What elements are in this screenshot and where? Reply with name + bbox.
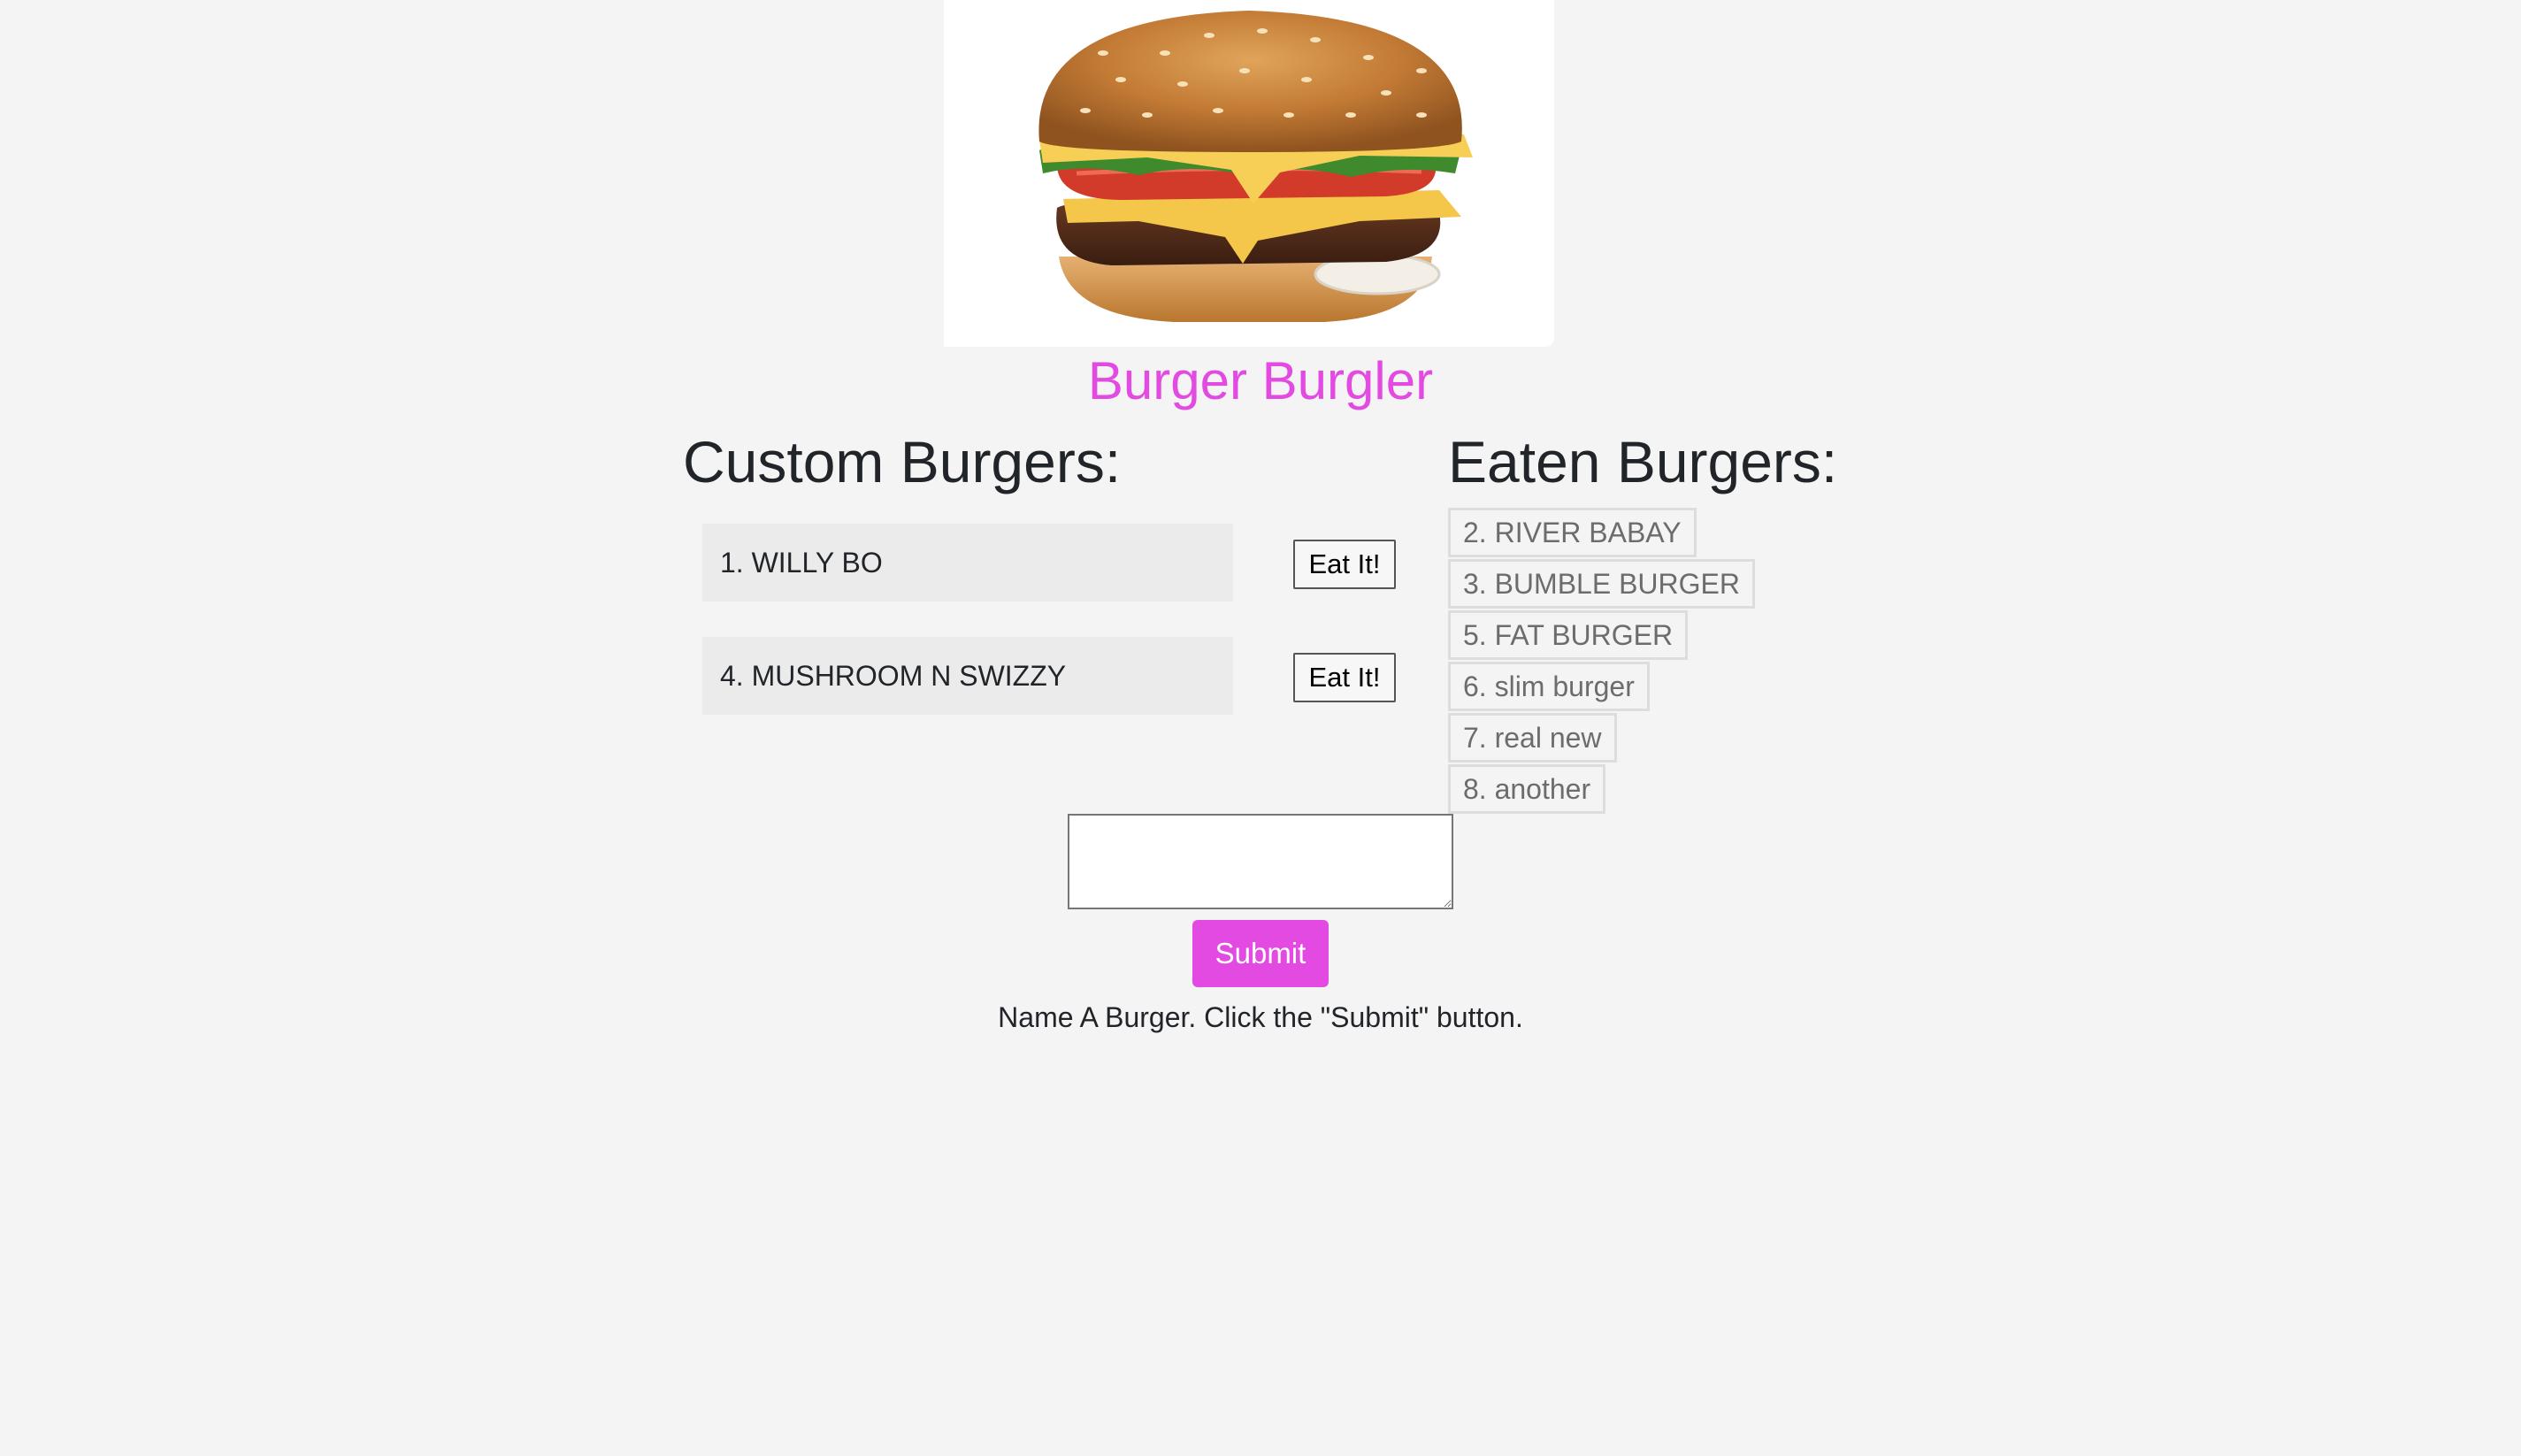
list-item: 1. WILLY BO Eat It!: [702, 524, 1410, 602]
list-item: 6. slim burger: [1448, 662, 1650, 711]
list-item: 2. RIVER BABAY: [1448, 508, 1697, 557]
eat-it-button[interactable]: Eat It!: [1293, 540, 1396, 589]
list-item: 8. another: [1448, 764, 1606, 814]
burger-name-input[interactable]: [1068, 814, 1453, 909]
instructions-text: Name A Burger. Click the "Submit" button…: [998, 1001, 1523, 1033]
hamburger-icon: [1038, 11, 1473, 322]
custom-burgers-heading: Custom Burgers:: [683, 429, 1122, 494]
add-burger-form: Submit Name A Burger. Click the "Submit"…: [0, 814, 2521, 1037]
list-item: 5. FAT BURGER: [1448, 610, 1689, 660]
burger-name: 1. WILLY BO: [702, 524, 1233, 602]
eaten-burgers-heading: Eaten Burgers:: [1448, 429, 1838, 494]
eat-it-button[interactable]: Eat It!: [1293, 653, 1396, 702]
custom-burgers-list: 1. WILLY BO Eat It! 4. MUSHROOM N SWIZZY…: [702, 524, 1410, 750]
list-item: 3. BUMBLE BURGER: [1448, 559, 1755, 609]
burger-name: 4. MUSHROOM N SWIZZY: [702, 637, 1233, 715]
app-title: Burger Burgler: [1087, 351, 1434, 410]
submit-button[interactable]: Submit: [1192, 920, 1329, 987]
hero-burger-image: [944, 0, 1554, 347]
list-item: 7. real new: [1448, 713, 1617, 762]
eaten-burgers-list: 2. RIVER BABAY 3. BUMBLE BURGER 5. FAT B…: [1448, 508, 1755, 816]
list-item: 4. MUSHROOM N SWIZZY Eat It!: [702, 637, 1410, 715]
